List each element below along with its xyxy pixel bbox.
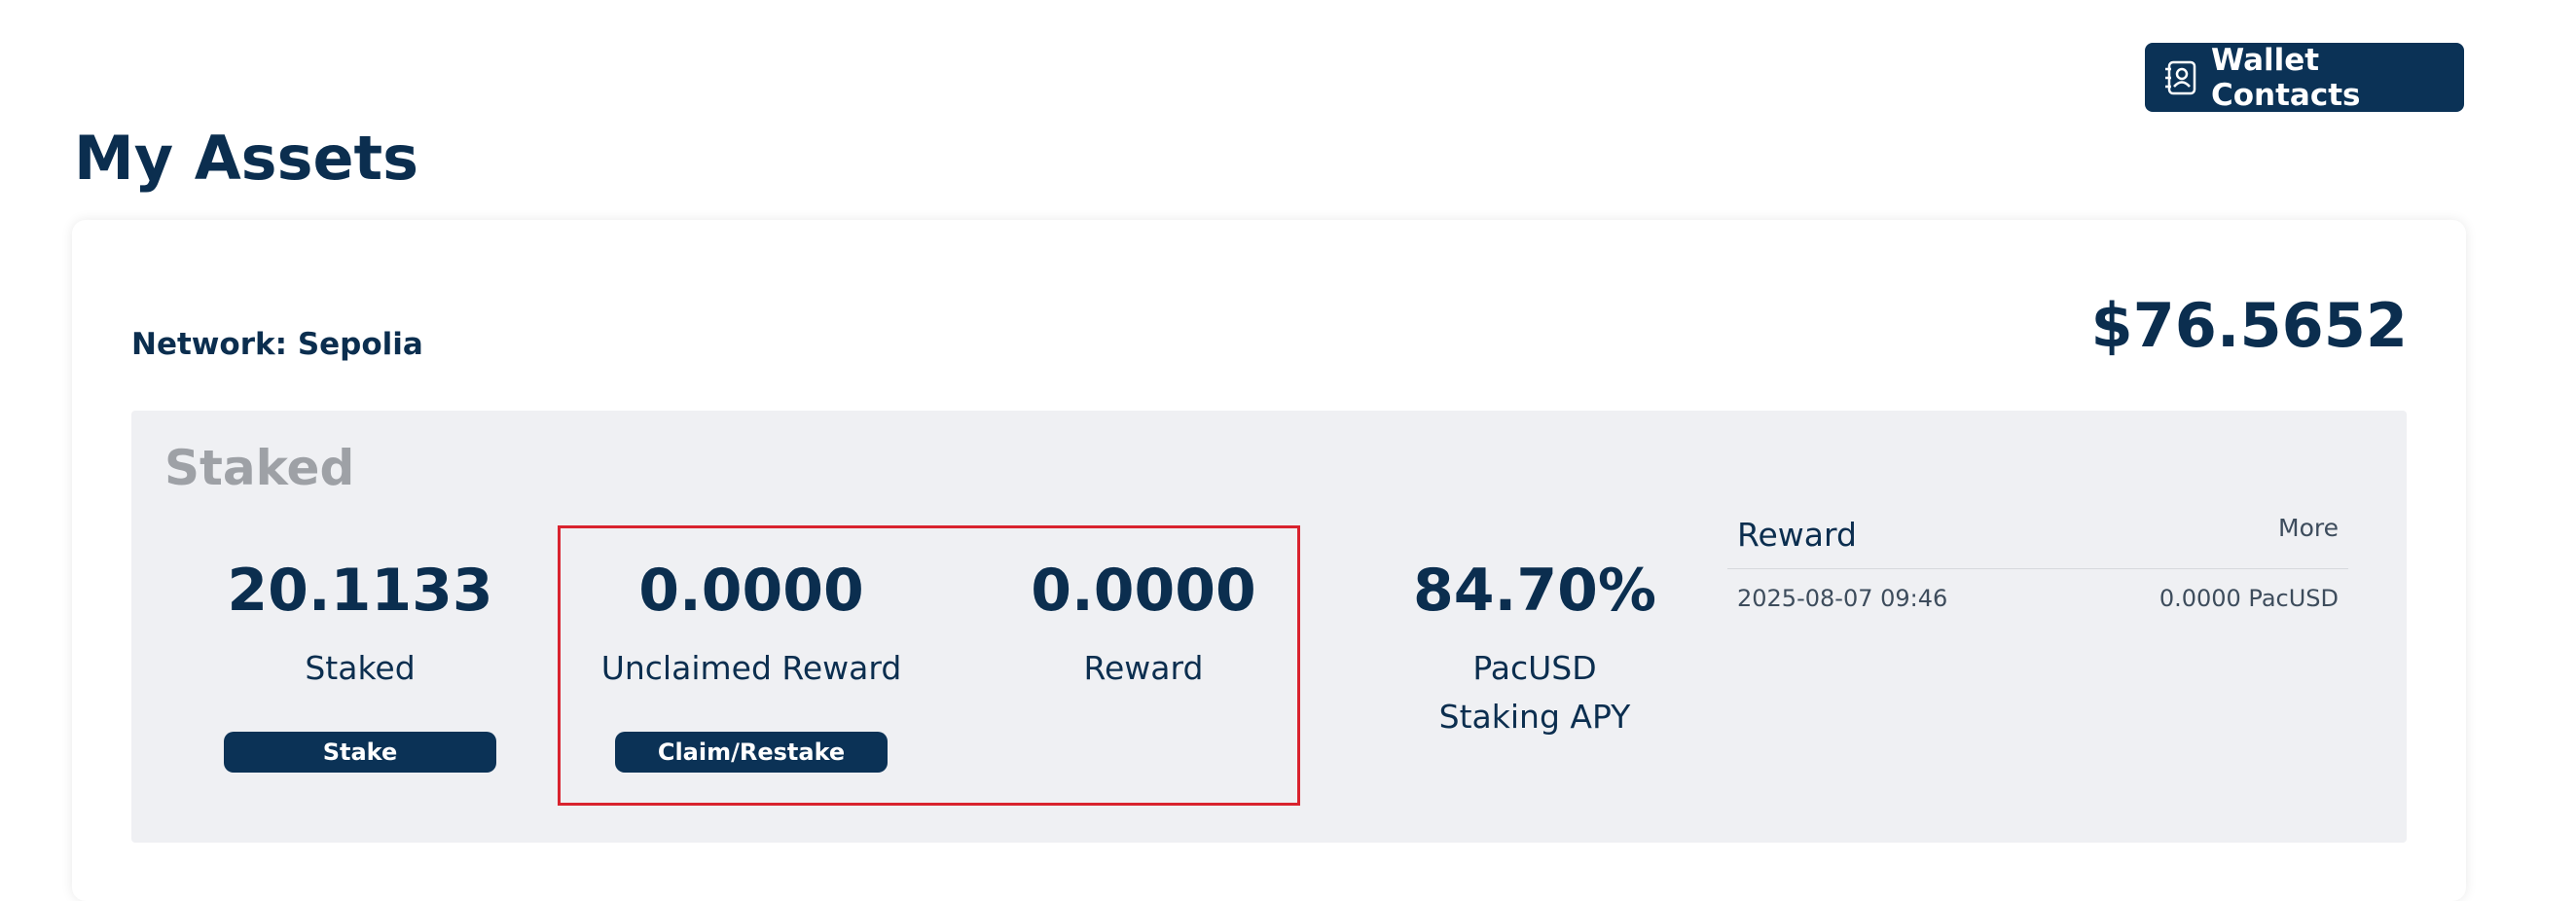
wallet-contacts-button[interactable]: Wallet Contacts bbox=[2145, 42, 2464, 113]
wallet-contacts-label: Wallet Contacts bbox=[2211, 42, 2361, 113]
reward-label: Reward bbox=[1083, 649, 1204, 687]
staked-label: Staked bbox=[305, 649, 416, 687]
claim-restake-button[interactable]: Claim/Restake bbox=[615, 732, 888, 773]
apy-label: PacUSD Staking APY bbox=[1438, 649, 1631, 736]
stake-button[interactable]: Stake bbox=[224, 732, 496, 773]
unclaimed-reward-value: 0.0000 bbox=[638, 557, 864, 625]
reward-history-row: 2025-08-07 09:46 0.0000 PacUSD bbox=[1727, 569, 2348, 626]
apy-value: 84.70% bbox=[1413, 557, 1656, 625]
apy-stat: 84.70% PacUSD Staking APY bbox=[1340, 557, 1729, 741]
total-value: $76.5652 bbox=[2090, 290, 2408, 361]
reward-value: 0.0000 bbox=[1031, 557, 1256, 625]
reward-history-title: Reward bbox=[1737, 516, 1857, 554]
staked-stat: 20.1133 Staked bbox=[165, 557, 555, 693]
page-title: My Assets bbox=[74, 123, 419, 194]
more-link[interactable]: More bbox=[2278, 514, 2339, 542]
reward-stat: 0.0000 Reward bbox=[949, 557, 1338, 693]
unclaimed-reward-stat: 0.0000 Unclaimed Reward bbox=[557, 557, 946, 693]
staked-panel: Staked 20.1133 Staked Stake 0.0000 Uncla… bbox=[131, 411, 2407, 843]
staked-section-title: Staked bbox=[164, 440, 355, 496]
assets-card: Network: Sepolia $76.5652 Staked 20.1133… bbox=[72, 220, 2466, 901]
staked-value: 20.1133 bbox=[227, 557, 493, 625]
reward-amount: 0.0000 PacUSD bbox=[2159, 585, 2339, 612]
reward-history-panel: Reward More 2025-08-07 09:46 0.0000 PacU… bbox=[1727, 508, 2348, 626]
reward-history-header: Reward More bbox=[1727, 508, 2348, 569]
contact-book-icon bbox=[2162, 59, 2199, 96]
reward-date: 2025-08-07 09:46 bbox=[1737, 585, 1948, 612]
network-label: Network: Sepolia bbox=[131, 327, 423, 362]
unclaimed-reward-label: Unclaimed Reward bbox=[600, 649, 902, 687]
